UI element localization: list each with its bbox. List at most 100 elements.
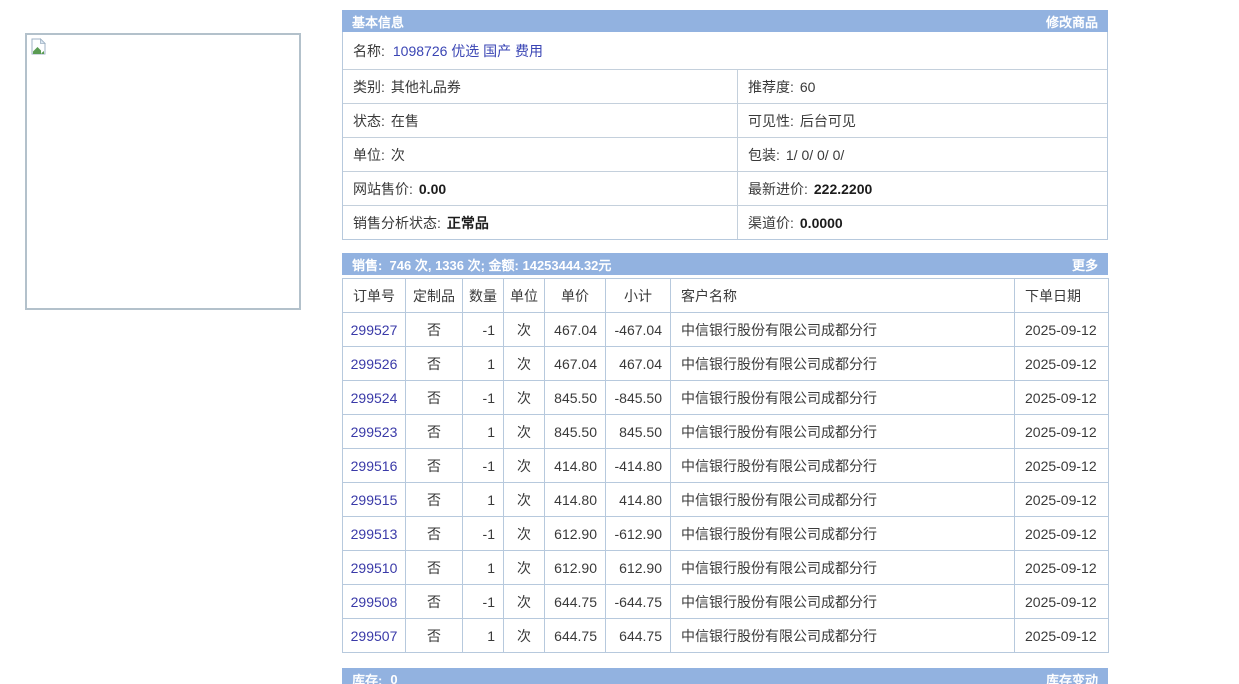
unit-cell: 次 [504, 347, 545, 381]
order-link[interactable]: 299527 [351, 322, 398, 338]
info-row-price: 网站售价: 0.00 最新进价: 222.2200 [343, 171, 1107, 205]
custom-cell: 否 [406, 619, 463, 653]
table-row: 299524否-1次845.50-845.50中信银行股份有限公司成都分行202… [343, 381, 1109, 415]
table-row: 299527否-1次467.04-467.04中信银行股份有限公司成都分行202… [343, 313, 1109, 347]
unit-label: 单位: [353, 145, 385, 165]
custom-cell: 否 [406, 415, 463, 449]
order-link[interactable]: 299515 [351, 492, 398, 508]
price-cell: 414.80 [545, 449, 606, 483]
price-cell: 845.50 [545, 381, 606, 415]
order-cell: 299510 [343, 551, 406, 585]
purchase-price-value: 222.2200 [814, 181, 872, 197]
order-link[interactable]: 299508 [351, 594, 398, 610]
header-subtotal: 小计 [606, 279, 671, 313]
subtotal-cell: 644.75 [606, 619, 671, 653]
unit-cell: 次 [504, 585, 545, 619]
header-custom: 定制品 [406, 279, 463, 313]
sales-table-body: 299527否-1次467.04-467.04中信银行股份有限公司成都分行202… [343, 313, 1109, 653]
inventory-change-link[interactable]: 库存变动 [1046, 670, 1098, 684]
order-link[interactable]: 299507 [351, 628, 398, 644]
info-row-category: 类别: 其他礼品券 推荐度: 60 [343, 69, 1107, 103]
edit-product-link[interactable]: 修改商品 [1046, 12, 1098, 31]
order-cell: 299516 [343, 449, 406, 483]
customer-cell: 中信银行股份有限公司成都分行 [671, 381, 1015, 415]
info-row-analysis: 销售分析状态: 正常品 渠道价: 0.0000 [343, 205, 1107, 239]
order-cell: 299515 [343, 483, 406, 517]
unit-cell: 次 [504, 381, 545, 415]
more-link[interactable]: 更多 [1072, 255, 1098, 274]
category-cell: 类别: 其他礼品券 [343, 70, 738, 103]
table-row: 299510否1次612.90612.90中信银行股份有限公司成都分行2025-… [343, 551, 1109, 585]
sales-summary: 销售: 746 次, 1336 次; 金额: 14253444.32元 [352, 255, 611, 274]
site-price-value: 0.00 [419, 181, 446, 197]
channel-price-cell: 渠道价: 0.0000 [738, 206, 1107, 239]
unit-cell: 次 [504, 517, 545, 551]
date-cell: 2025-09-12 [1015, 381, 1109, 415]
table-row: 299526否1次467.04467.04中信银行股份有限公司成都分行2025-… [343, 347, 1109, 381]
broken-image-icon [31, 38, 46, 55]
qty-cell: -1 [463, 313, 504, 347]
package-cell: 包装: 1/ 0/ 0/ 0/ [738, 138, 1107, 171]
visibility-cell: 可见性: 后台可见 [738, 104, 1107, 137]
package-label: 包装: [748, 145, 780, 165]
qty-cell: -1 [463, 517, 504, 551]
price-cell: 612.90 [545, 517, 606, 551]
customer-cell: 中信银行股份有限公司成都分行 [671, 415, 1015, 449]
order-link[interactable]: 299513 [351, 526, 398, 542]
date-cell: 2025-09-12 [1015, 347, 1109, 381]
qty-cell: -1 [463, 585, 504, 619]
unit-cell: 次 [504, 415, 545, 449]
header-qty: 数量 [463, 279, 504, 313]
category-value: 其他礼品券 [391, 77, 461, 97]
product-image-box [25, 33, 301, 310]
date-cell: 2025-09-12 [1015, 619, 1109, 653]
customer-cell: 中信银行股份有限公司成都分行 [671, 483, 1015, 517]
customer-cell: 中信银行股份有限公司成都分行 [671, 517, 1015, 551]
info-row-status: 状态: 在售 可见性: 后台可见 [343, 103, 1107, 137]
date-cell: 2025-09-12 [1015, 517, 1109, 551]
subtotal-cell: 467.04 [606, 347, 671, 381]
subtotal-cell: -414.80 [606, 449, 671, 483]
qty-cell: 1 [463, 415, 504, 449]
custom-cell: 否 [406, 517, 463, 551]
unit-cell: 次 [504, 483, 545, 517]
customer-cell: 中信银行股份有限公司成都分行 [671, 313, 1015, 347]
product-name-link[interactable]: 1098726 优选 国产 费用 [393, 41, 543, 61]
package-value: 1/ 0/ 0/ 0/ [786, 147, 844, 163]
order-cell: 299513 [343, 517, 406, 551]
date-cell: 2025-09-12 [1015, 449, 1109, 483]
customer-cell: 中信银行股份有限公司成都分行 [671, 449, 1015, 483]
order-link[interactable]: 299523 [351, 424, 398, 440]
table-row: 299507否1次644.75644.75中信银行股份有限公司成都分行2025-… [343, 619, 1109, 653]
header-unit: 单位 [504, 279, 545, 313]
site-price-cell: 网站售价: 0.00 [343, 172, 738, 205]
order-link[interactable]: 299516 [351, 458, 398, 474]
unit-cell: 次 [504, 313, 545, 347]
header-date: 下单日期 [1015, 279, 1109, 313]
custom-cell: 否 [406, 585, 463, 619]
order-link[interactable]: 299526 [351, 356, 398, 372]
order-cell: 299523 [343, 415, 406, 449]
name-row: 名称: 1098726 优选 国产 费用 [343, 32, 1107, 69]
price-cell: 845.50 [545, 415, 606, 449]
customer-cell: 中信银行股份有限公司成都分行 [671, 619, 1015, 653]
order-cell: 299527 [343, 313, 406, 347]
purchase-price-cell: 最新进价: 222.2200 [738, 172, 1107, 205]
sales-header-bar: 销售: 746 次, 1336 次; 金额: 14253444.32元 更多 [342, 253, 1108, 275]
date-cell: 2025-09-12 [1015, 483, 1109, 517]
header-price: 单价 [545, 279, 606, 313]
subtotal-cell: -612.90 [606, 517, 671, 551]
analysis-status-value: 正常品 [447, 213, 489, 233]
table-row: 299516否-1次414.80-414.80中信银行股份有限公司成都分行202… [343, 449, 1109, 483]
price-cell: 467.04 [545, 313, 606, 347]
order-link[interactable]: 299510 [351, 560, 398, 576]
unit-cell: 单位: 次 [343, 138, 738, 171]
site-price-label: 网站售价: [353, 179, 413, 199]
custom-cell: 否 [406, 551, 463, 585]
order-cell: 299526 [343, 347, 406, 381]
basic-info-title: 基本信息 [352, 12, 404, 31]
order-link[interactable]: 299524 [351, 390, 398, 406]
subtotal-cell: -467.04 [606, 313, 671, 347]
order-cell: 299524 [343, 381, 406, 415]
qty-cell: 1 [463, 483, 504, 517]
